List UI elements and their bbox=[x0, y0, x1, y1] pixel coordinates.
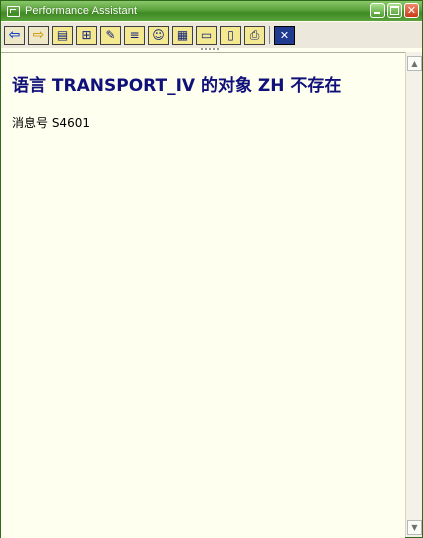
arrow-left-icon: ⇦ bbox=[8, 27, 21, 43]
printer-icon: ⎙ bbox=[249, 28, 260, 42]
settings-button[interactable]: ▯ bbox=[220, 25, 241, 45]
window-title: Performance Assistant bbox=[25, 5, 138, 17]
edit-button[interactable]: ✎ bbox=[100, 25, 121, 45]
toolbar: ⇦ ⇨ ▤ ⊞ ✎ ≡ ☺ ▦ ▭ ▯ ⎙ ✕ bbox=[1, 22, 422, 48]
users-button[interactable]: ☺ bbox=[148, 25, 169, 45]
maximize-button[interactable] bbox=[387, 3, 402, 18]
chevron-up-icon: ▲ bbox=[411, 59, 418, 68]
scroll-up-button[interactable]: ▲ bbox=[407, 56, 422, 71]
chevron-down-icon: ▼ bbox=[411, 523, 418, 532]
note-icon: ▭ bbox=[200, 28, 213, 42]
print-button[interactable]: ⎙ bbox=[244, 25, 265, 45]
technical-info-button[interactable]: ≡ bbox=[124, 25, 145, 45]
arrow-right-icon: ⇨ bbox=[32, 27, 45, 43]
exit-button[interactable]: ✕ bbox=[274, 25, 295, 45]
resize-grip[interactable] bbox=[201, 48, 221, 51]
window-controls: ✕ bbox=[370, 3, 419, 18]
hierarchy-icon: ⊞ bbox=[81, 28, 92, 42]
forward-button[interactable]: ⇨ bbox=[28, 25, 49, 45]
close-x-icon: ✕ bbox=[279, 28, 290, 42]
title-bar[interactable]: Performance Assistant ✕ bbox=[1, 1, 422, 21]
vertical-scrollbar[interactable]: ▲ ▼ bbox=[405, 52, 422, 537]
people-icon: ☺ bbox=[152, 28, 165, 42]
minimize-button[interactable] bbox=[370, 3, 385, 18]
toolbar-separator bbox=[269, 26, 270, 44]
performance-assistant-window: Performance Assistant ✕ ⇦ ⇨ ▤ ⊞ ✎ ≡ ☺ ▦ bbox=[0, 0, 423, 538]
message-content: 语言 TRANSPORT_IV 的对象 ZH 不存在 消息号 S4601 bbox=[1, 52, 405, 538]
table-button[interactable]: ▦ bbox=[172, 25, 193, 45]
message-number: 消息号 S4601 bbox=[12, 116, 90, 130]
window-icon bbox=[7, 5, 20, 17]
message-title: 语言 TRANSPORT_IV 的对象 ZH 不存在 bbox=[12, 76, 342, 96]
back-button[interactable]: ⇦ bbox=[4, 25, 25, 45]
pencil-icon: ✎ bbox=[105, 28, 116, 42]
close-button[interactable]: ✕ bbox=[404, 3, 419, 18]
notes-button[interactable]: ▭ bbox=[196, 25, 217, 45]
book-button[interactable]: ▤ bbox=[52, 25, 73, 45]
scroll-down-button[interactable]: ▼ bbox=[407, 520, 422, 535]
structure-button[interactable]: ⊞ bbox=[76, 25, 97, 45]
info-lines-icon: ≡ bbox=[129, 28, 140, 42]
table-icon: ▦ bbox=[176, 28, 189, 42]
book-icon: ▤ bbox=[56, 28, 69, 42]
dialog-icon: ▯ bbox=[227, 28, 234, 42]
